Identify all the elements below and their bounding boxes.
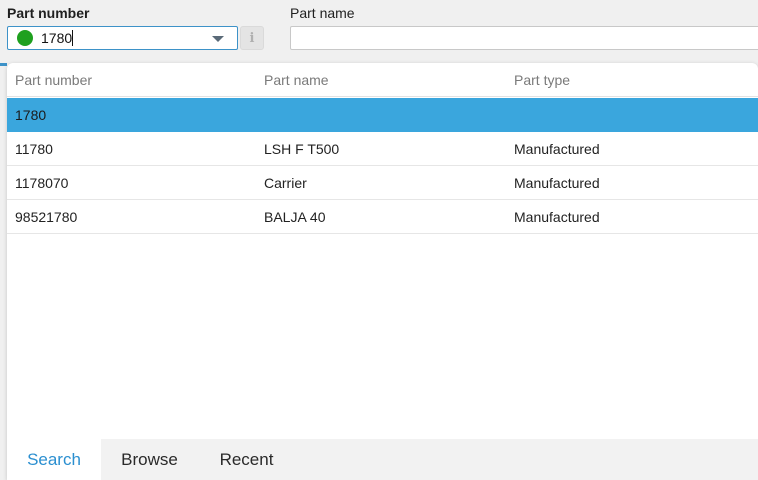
- info-button[interactable]: i: [240, 26, 264, 50]
- cell-part-number: 1178070: [15, 175, 69, 191]
- chevron-down-icon[interactable]: [212, 36, 224, 42]
- cell-part-type: Manufactured: [514, 175, 600, 191]
- cell-part-name: LSH F T500: [264, 141, 340, 157]
- table-row[interactable]: 1780: [7, 98, 758, 132]
- results-list: 1780 11780 LSH F T500 Manufactured 11780…: [7, 98, 758, 234]
- cell-part-type: Manufactured: [514, 141, 600, 157]
- part-number-combobox[interactable]: 1780: [7, 26, 238, 50]
- table-row[interactable]: 1178070 Carrier Manufactured: [7, 166, 758, 200]
- column-header-part-name[interactable]: Part name: [264, 72, 329, 88]
- results-header: Part number Part name Part type: [7, 63, 758, 97]
- cell-part-number: 1780: [15, 107, 47, 123]
- popup-tab-bar: Search Browse Recent: [7, 439, 758, 480]
- table-row[interactable]: 11780 LSH F T500 Manufactured: [7, 132, 758, 166]
- tab-recent[interactable]: Recent: [198, 439, 295, 480]
- text-cursor: [72, 30, 74, 46]
- cell-part-type: Manufactured: [514, 209, 600, 225]
- focus-accent: [0, 63, 7, 66]
- cell-part-name: BALJA 40: [264, 209, 326, 225]
- tab-search[interactable]: Search: [7, 439, 101, 480]
- column-header-part-number[interactable]: Part number: [15, 72, 92, 88]
- cell-part-number: 11780: [15, 141, 53, 157]
- column-header-part-type[interactable]: Part type: [514, 72, 570, 88]
- cell-part-number: 98521780: [15, 209, 78, 225]
- tab-browse[interactable]: Browse: [101, 439, 198, 480]
- part-number-label: Part number: [7, 5, 90, 21]
- part-name-input[interactable]: [290, 26, 758, 50]
- part-name-label: Part name: [290, 5, 355, 21]
- part-number-input-value[interactable]: 1780: [41, 30, 72, 46]
- status-dot-icon: [17, 30, 33, 46]
- table-row[interactable]: 98521780 BALJA 40 Manufactured: [7, 200, 758, 234]
- part-lookup-page: Part number Part name 1780 i Part number…: [0, 0, 758, 480]
- cell-part-name: Carrier: [264, 175, 307, 191]
- part-search-popup: Part number Part name Part type 1780 117…: [7, 63, 758, 480]
- info-icon: i: [249, 30, 255, 46]
